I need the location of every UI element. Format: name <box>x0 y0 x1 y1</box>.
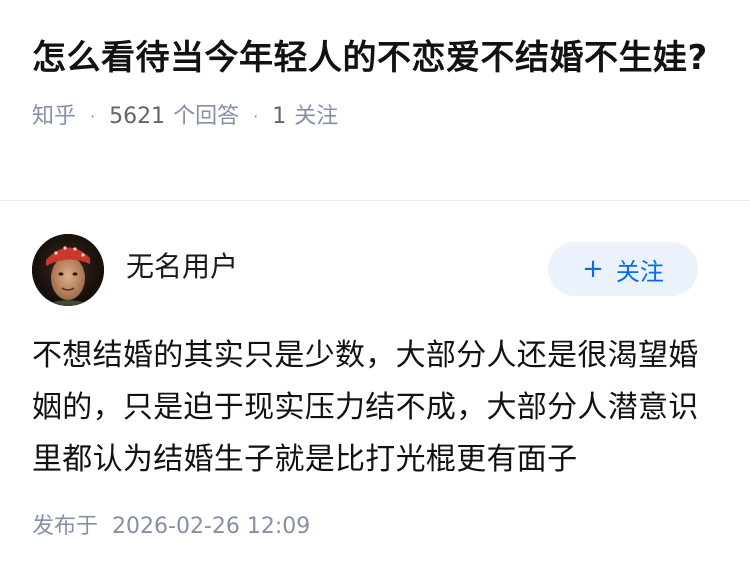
follower-count: 1 <box>272 104 287 129</box>
answer-count: 5621 <box>109 104 166 129</box>
publish-time: 2026-02-26 12:09 <box>112 514 311 539</box>
publish-prefix: 发布于 <box>32 514 99 539</box>
follow-button-label: 关注 <box>615 257 664 286</box>
answer-count-label: 个回答 <box>173 104 240 129</box>
meta-separator: · <box>253 107 259 126</box>
answer-content[interactable]: 不想结婚的其实只是少数，大部分人还是很渴望婚姻的，只是迫于现实压力结不成，大部分… <box>32 330 712 486</box>
follow-button[interactable]: + 关注 <box>548 242 698 296</box>
author-name[interactable]: 无名用户 <box>126 250 238 284</box>
answer-author-row: 无名用户 + 关注 <box>32 234 700 308</box>
question-title[interactable]: 怎么看待当今年轻人的不恋爱不结婚不生娃? <box>32 32 712 84</box>
question-header: 怎么看待当今年轻人的不恋爱不结婚不生娃? 知乎 · 5621 个回答 · 1 关… <box>32 32 712 132</box>
publish-info: 发布于 2026-02-26 12:09 <box>32 512 310 542</box>
question-meta: 知乎 · 5621 个回答 · 1 关注 <box>32 102 712 132</box>
follower-count-label: 关注 <box>294 104 339 129</box>
avatar[interactable] <box>32 234 104 306</box>
section-divider <box>0 200 750 201</box>
meta-separator: · <box>90 107 96 126</box>
user-avatar-photo-icon <box>32 234 104 306</box>
source-label[interactable]: 知乎 <box>32 102 76 132</box>
plus-icon: + <box>582 254 604 284</box>
